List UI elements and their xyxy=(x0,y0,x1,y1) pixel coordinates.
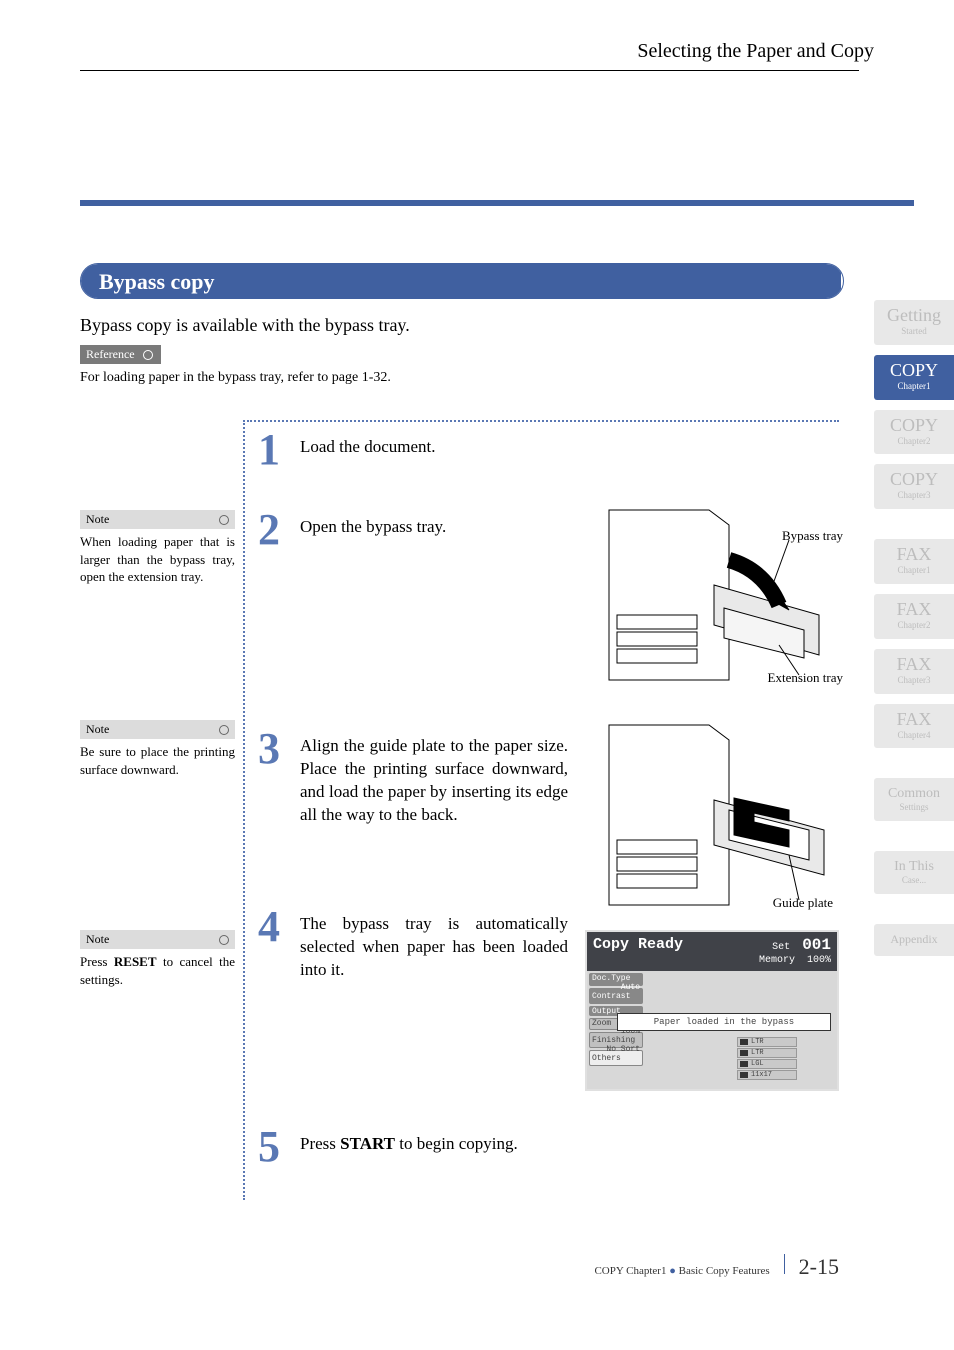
lcd-tray-list: LTR LTR LGL 11x17 xyxy=(737,1037,797,1081)
step-number: 4 xyxy=(258,907,286,982)
step-text: Press START to begin copying. xyxy=(300,1127,518,1167)
tab-sub: Chapter2 xyxy=(874,436,954,447)
tab-sub: Started xyxy=(874,326,954,337)
tab-copy-ch1[interactable]: COPY Chapter1 xyxy=(874,355,954,400)
page-number: 2-15 xyxy=(799,1254,839,1280)
tab-sub: Chapter1 xyxy=(874,381,954,392)
step-number: 5 xyxy=(258,1127,286,1167)
tab-title: FAX xyxy=(897,709,932,729)
tab-title: FAX xyxy=(897,654,932,674)
steps-column: 1 Load the document. 2 Open the bypass t… xyxy=(258,430,568,1190)
tray-icon xyxy=(740,1072,748,1078)
step-3: 3 Align the guide plate to the paper siz… xyxy=(258,729,568,827)
tray-icon xyxy=(740,1050,748,1056)
label-extension-tray: Extension tray xyxy=(768,670,843,686)
note-text: When loading paper that is larger than t… xyxy=(80,533,235,586)
circle-icon xyxy=(143,350,153,360)
note-text: Be sure to place the printing surface do… xyxy=(80,743,235,778)
tab-sub: Chapter2 xyxy=(874,620,954,631)
tab-sub: Chapter4 xyxy=(874,730,954,741)
tab-title: Common xyxy=(888,786,940,801)
header-rule xyxy=(80,70,859,71)
lcd-status: Set 001 Memory 100% xyxy=(759,936,831,967)
tab-title: COPY xyxy=(890,415,938,435)
tab-title: Appendix xyxy=(890,932,937,946)
tab-title: COPY xyxy=(890,360,938,380)
lcd-header: Copy Ready Set 001 Memory 100% xyxy=(587,932,837,971)
lcd-screen: Copy Ready Set 001 Memory 100% Doc.TypeA… xyxy=(585,930,839,1091)
lcd-tray-item[interactable]: LTR xyxy=(737,1048,797,1058)
reference-text: For loading paper in the bypass tray, re… xyxy=(80,370,391,386)
lcd-title: Copy Ready xyxy=(593,936,683,967)
step-number: 2 xyxy=(258,510,286,550)
step-number: 1 xyxy=(258,430,286,470)
dotted-divider-vertical xyxy=(243,420,245,1200)
tab-copy-ch2[interactable]: COPY Chapter2 xyxy=(874,410,954,455)
tray-icon xyxy=(740,1039,748,1045)
tab-sub: Settings xyxy=(874,802,954,813)
illustration-bypass-tray: Bypass tray Extension tray xyxy=(589,500,839,690)
tab-title: FAX xyxy=(897,599,932,619)
lcd-tray-item[interactable]: LTR xyxy=(737,1037,797,1047)
divider-bar xyxy=(80,200,914,206)
tab-fax-ch3[interactable]: FAX Chapter3 xyxy=(874,649,954,694)
note-text: Press RESET to cancel the settings. xyxy=(80,953,235,988)
side-tabs: Getting Started COPY Chapter1 COPY Chapt… xyxy=(874,300,954,966)
circle-icon xyxy=(219,935,229,945)
tab-getting-started[interactable]: Getting Started xyxy=(874,300,954,345)
circle-icon xyxy=(219,515,229,525)
step-text: The bypass tray is automatically selecte… xyxy=(300,907,568,982)
lcd-body: Doc.TypeAuto Contrast Output Zoom100% Fi… xyxy=(587,971,837,1089)
step-5: 5 Press START to begin copying. xyxy=(258,1127,568,1167)
step-4: 4 The bypass tray is automatically selec… xyxy=(258,907,568,982)
tab-fax-ch4[interactable]: FAX Chapter4 xyxy=(874,704,954,749)
label-bypass-tray: Bypass tray xyxy=(782,528,843,544)
note-3: Note Press RESET to cancel the settings. xyxy=(80,930,235,988)
tab-copy-ch3[interactable]: COPY Chapter3 xyxy=(874,464,954,509)
tab-sub: Chapter1 xyxy=(874,565,954,576)
label-guide-plate: Guide plate xyxy=(773,895,833,911)
lcd-message: Paper loaded in the bypass xyxy=(617,1013,831,1031)
tab-sub: Case... xyxy=(874,875,954,886)
note-label: Note xyxy=(80,510,235,529)
note-label: Note xyxy=(80,720,235,739)
tab-common-settings[interactable]: Common Settings xyxy=(874,778,954,821)
tab-title: COPY xyxy=(890,469,938,489)
section-title: Bypass copy xyxy=(80,263,844,299)
step-text: Align the guide plate to the paper size.… xyxy=(300,729,568,827)
tab-fax-ch2[interactable]: FAX Chapter2 xyxy=(874,594,954,639)
dotted-divider-horizontal xyxy=(247,420,839,422)
reference-label: Reference xyxy=(80,345,161,364)
page-header: Selecting the Paper and Copy xyxy=(80,40,874,63)
lcd-tray-item[interactable]: 11x17 xyxy=(737,1070,797,1080)
lcd-btn-doctype[interactable]: Doc.TypeAuto xyxy=(589,973,643,986)
copier-guideplate-icon xyxy=(589,715,839,915)
footer-separator xyxy=(784,1254,785,1274)
step-text: Open the bypass tray. xyxy=(300,510,446,550)
tab-title: FAX xyxy=(897,544,932,564)
note-label: Note xyxy=(80,930,235,949)
note-1: Note When loading paper that is larger t… xyxy=(80,510,235,586)
tab-sub: Chapter3 xyxy=(874,675,954,686)
step-text: Load the document. xyxy=(300,430,436,470)
step-number: 3 xyxy=(258,729,286,827)
section-title-text: Bypass copy xyxy=(81,264,841,298)
note-2: Note Be sure to place the printing surfa… xyxy=(80,720,235,778)
tab-fax-ch1[interactable]: FAX Chapter1 xyxy=(874,539,954,584)
tab-appendix[interactable]: Appendix xyxy=(874,924,954,956)
step-1: 1 Load the document. xyxy=(258,430,568,470)
tab-sub: Chapter3 xyxy=(874,490,954,501)
step-2: 2 Open the bypass tray. xyxy=(258,510,568,550)
footer-chapter: COPY Chapter1 ● Basic Copy Features xyxy=(594,1265,769,1277)
tray-icon xyxy=(740,1061,748,1067)
tab-title: Getting xyxy=(887,305,941,325)
page-footer: COPY Chapter1 ● Basic Copy Features 2-15 xyxy=(594,1254,839,1280)
illustration-guide-plate: Guide plate xyxy=(589,715,839,915)
lcd-tray-item[interactable]: LGL xyxy=(737,1059,797,1069)
circle-icon xyxy=(219,725,229,735)
tab-title: In This xyxy=(894,859,934,874)
tab-in-this-case[interactable]: In This Case... xyxy=(874,851,954,894)
section-intro: Bypass copy is available with the bypass… xyxy=(80,315,410,336)
reference-label-text: Reference xyxy=(86,347,135,362)
